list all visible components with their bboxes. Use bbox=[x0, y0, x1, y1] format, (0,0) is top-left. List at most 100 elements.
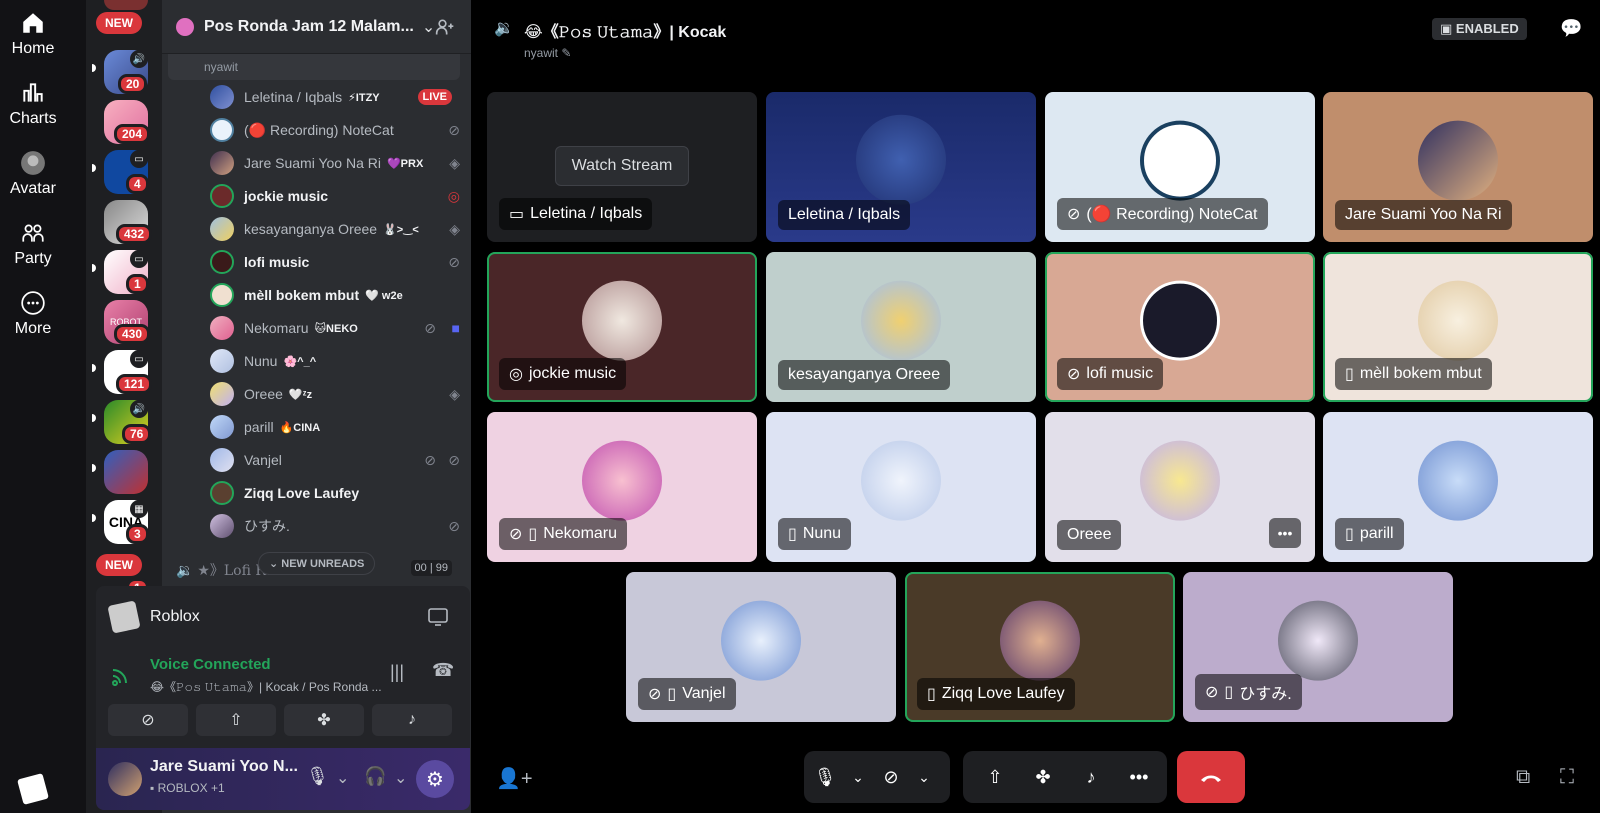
voice-member[interactable]: Jare Suami Yoo Na Ri 💜PRX ◈ bbox=[210, 148, 460, 178]
voice-member[interactable]: Oreee 🤍ᶻz ◈ bbox=[210, 379, 460, 409]
chevron-down-icon[interactable]: ⌄ bbox=[336, 768, 349, 788]
connection-signal-icon[interactable] bbox=[110, 664, 132, 686]
video-tile[interactable]: ▯ Nunu bbox=[766, 412, 1036, 562]
new-badge[interactable]: NEW bbox=[96, 12, 142, 34]
voice-member[interactable]: Vanjel ⊘ ⊘ bbox=[210, 445, 460, 475]
activity-name: Roblox bbox=[150, 608, 200, 625]
mic-button[interactable]: 🎙 bbox=[804, 756, 846, 798]
server-icon[interactable] bbox=[104, 450, 148, 494]
guild-header[interactable]: Pos Ronda Jam 12 Malam... ⌄ bbox=[162, 0, 471, 54]
selected-channel[interactable]: nyawit bbox=[168, 54, 460, 80]
new-badge[interactable]: NEW bbox=[96, 554, 142, 576]
share-screen-button[interactable]: ⇧ bbox=[196, 704, 276, 736]
activity-popout-icon[interactable] bbox=[428, 608, 448, 626]
user-count: 00 bbox=[414, 562, 427, 574]
member-tag: 🤍ᶻz bbox=[288, 388, 313, 401]
mention-badge: 432 bbox=[116, 224, 153, 244]
disconnect-button[interactable] bbox=[1177, 751, 1245, 803]
video-tile[interactable]: Oreee ••• bbox=[1045, 412, 1315, 562]
settings-gear-icon[interactable]: ⚙ bbox=[416, 760, 454, 798]
chat-icon[interactable]: 💬 bbox=[1560, 18, 1582, 39]
roblox-icon bbox=[107, 600, 141, 634]
voice-member[interactable]: mèll bokem mbut 🤍 w2e bbox=[210, 280, 460, 310]
rail-avatar[interactable]: Avatar bbox=[0, 150, 66, 198]
camera-off-button[interactable]: ⊘ bbox=[108, 704, 188, 736]
share-screen-button[interactable]: ⇧ bbox=[971, 756, 1019, 798]
avatar[interactable] bbox=[108, 762, 142, 796]
member-name: lofi music bbox=[244, 254, 310, 270]
mention-badge: 4 bbox=[126, 174, 149, 194]
mobile-icon: ▯ bbox=[1345, 366, 1354, 383]
tile-label: ⊘ ▯ ひすみ. bbox=[1195, 674, 1302, 710]
invite-icon[interactable] bbox=[435, 17, 455, 37]
video-tile[interactable]: ◎ jockie music bbox=[487, 252, 757, 402]
mobile-icon: ▯ bbox=[927, 686, 936, 703]
invite-icon[interactable]: 👤+ bbox=[496, 766, 533, 791]
rail-charts[interactable]: Charts bbox=[0, 80, 66, 128]
voice-member[interactable]: parill 🔥CINA bbox=[210, 412, 460, 442]
disconnect-icon[interactable]: ☎ bbox=[432, 660, 454, 681]
roblox-logo-icon[interactable] bbox=[17, 773, 49, 805]
rail-party[interactable]: Party bbox=[0, 220, 66, 268]
video-tile[interactable]: Leletina / Iqbals bbox=[766, 92, 1036, 242]
voice-member[interactable]: kesayanganya Oreee 🐰>‿< ◈ bbox=[210, 214, 460, 244]
tile-name: Nunu bbox=[802, 525, 842, 542]
watch-stream-button[interactable]: Watch Stream bbox=[555, 146, 689, 186]
more-button[interactable]: ••• bbox=[1115, 756, 1163, 798]
video-tile[interactable]: ⊘ lofi music bbox=[1045, 252, 1315, 402]
voice-member[interactable]: ひすみ. ⊘ bbox=[210, 511, 460, 541]
fullscreen-icon[interactable]: ⛶ bbox=[1560, 766, 1574, 789]
user-limit: 00 | 99 bbox=[410, 560, 452, 576]
voice-member[interactable]: Nekomaru 🐱NEKO ⊘ ■ bbox=[210, 313, 460, 343]
voice-channel-path[interactable]: 😂《𝙿𝚘𝚜 𝚄𝚝𝚊𝚖𝚊》| Kocak / Pos Ronda ... bbox=[150, 678, 382, 695]
chevron-down-icon: ⌄ bbox=[421, 18, 436, 36]
deafened-icon: ⊘ bbox=[648, 686, 662, 703]
chevron-down-icon[interactable]: ⌄ bbox=[394, 768, 407, 788]
activities-button[interactable]: ✤ bbox=[284, 704, 364, 736]
voice-member[interactable]: lofi music ⊘ bbox=[210, 247, 460, 277]
activity-controls: ⇧ ✤ ♪ ••• bbox=[963, 751, 1167, 803]
camera-options-button[interactable]: ⌄ bbox=[912, 756, 936, 798]
mic-icon[interactable]: 🎙 bbox=[306, 766, 329, 787]
voice-member[interactable]: (🔴 Recording) NoteCat ⊘ bbox=[210, 115, 460, 145]
avatar bbox=[1418, 440, 1498, 521]
video-tile[interactable]: ▯ parill bbox=[1323, 412, 1593, 562]
video-tile[interactable]: kesayanganya Oreee bbox=[766, 252, 1036, 402]
popout-icon[interactable]: ⧉ bbox=[1516, 766, 1530, 789]
rail-more[interactable]: More bbox=[0, 290, 66, 338]
soundboard-button[interactable]: ♪ bbox=[1067, 756, 1115, 798]
soundboard-button[interactable]: ♪ bbox=[372, 704, 452, 736]
video-tile[interactable]: ▯ Ziqq Love Laufey bbox=[905, 572, 1175, 722]
video-tile[interactable]: ⊘ ▯ ひすみ. bbox=[1183, 572, 1453, 722]
voice-status[interactable]: Voice Connected bbox=[150, 656, 271, 673]
avatar bbox=[210, 316, 234, 340]
mention-badge: 76 bbox=[122, 424, 152, 444]
stream-tile[interactable]: Watch Stream ▭ Leletina / Iqbals bbox=[487, 92, 757, 242]
more-options-button[interactable]: ••• bbox=[1269, 518, 1301, 548]
server-icon[interactable] bbox=[104, 0, 148, 10]
activities-button[interactable]: ✤ bbox=[1019, 756, 1067, 798]
tile-name: kesayanganya Oreee bbox=[788, 366, 941, 383]
video-tile[interactable]: ⊘ ▯ Vanjel bbox=[626, 572, 896, 722]
user-name[interactable]: Jare Suami Yoo N... bbox=[150, 758, 298, 776]
muted-icon: ⊘ bbox=[1205, 684, 1219, 701]
camera-button[interactable]: ⊘ bbox=[870, 756, 912, 798]
home-icon bbox=[23, 13, 43, 33]
video-tile[interactable]: ⊘ ▯ Nekomaru bbox=[487, 412, 757, 562]
voice-member[interactable]: Nunu 🌸^_^ bbox=[210, 346, 460, 376]
voice-member[interactable]: Leletina / Iqbals ⚡ITZY LIVE bbox=[210, 82, 460, 112]
headphones-icon[interactable]: 🎧 bbox=[364, 766, 386, 787]
mic-options-button[interactable]: ⌄ bbox=[846, 756, 870, 798]
enabled-badge[interactable]: ▣ ENABLED bbox=[1432, 18, 1527, 40]
new-unreads-button[interactable]: ⌄ NEW UNREADS bbox=[258, 552, 376, 575]
voice-member[interactable]: Ziqq Love Laufey bbox=[210, 478, 460, 508]
video-tile[interactable]: Jare Suami Yoo Na Ri bbox=[1323, 92, 1593, 242]
noise-suppression-icon[interactable]: ||| bbox=[390, 662, 404, 683]
rail-home[interactable]: Home bbox=[0, 10, 66, 58]
tile-name: Vanjel bbox=[682, 685, 726, 702]
video-tile[interactable]: ⊘ (🔴 Recording) NoteCat bbox=[1045, 92, 1315, 242]
video-tile[interactable]: ▯ mèll bokem mbut bbox=[1323, 252, 1593, 402]
more-icon: ••• bbox=[1129, 766, 1149, 787]
calendar-icon: ▦ bbox=[130, 500, 148, 518]
voice-member[interactable]: jockie music ◎ bbox=[210, 181, 460, 211]
